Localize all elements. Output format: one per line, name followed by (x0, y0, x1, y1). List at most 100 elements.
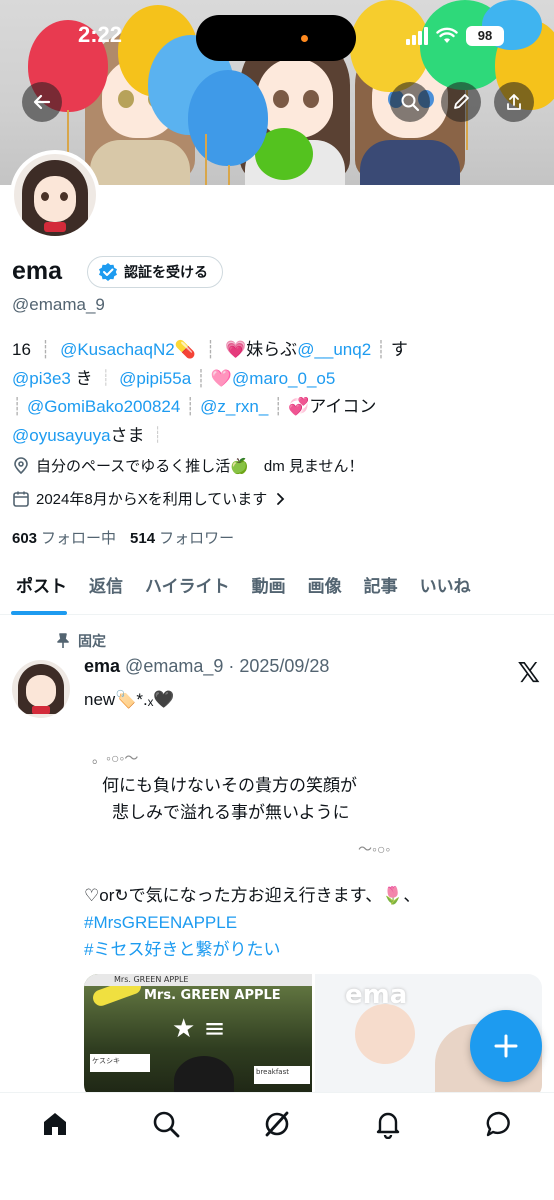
bio-line: ┊ @GomiBako200824 ┊ @z_rxn_ ┊ 💞アイコン (12, 393, 542, 422)
bio-mention-link[interactable]: @KusachaqN2 (60, 340, 175, 359)
balloon-blue-2 (188, 70, 268, 166)
followers-link[interactable]: 514 フォロワー (130, 527, 234, 548)
tab-articles[interactable]: 記事 (353, 560, 409, 615)
tab-posts[interactable]: ポスト (0, 560, 78, 615)
nav-messages[interactable] (474, 1109, 524, 1149)
media-card: breakfast (254, 1066, 310, 1084)
calendar-icon (13, 491, 29, 507)
profile-location: 自分のペースでゆるく推し活🍏 dm 見ません！ (12, 455, 363, 476)
media-title: Mrs. GREEN APPLE (144, 988, 281, 1003)
bio-mention-link[interactable]: @__unq2 (297, 340, 371, 359)
post-text-line: 何にも負けないその貴方の笑顔が (102, 776, 357, 795)
location-pin-icon (14, 456, 28, 474)
nav-home[interactable] (30, 1109, 80, 1149)
search-icon (153, 1111, 180, 1138)
bio-emoji: 🩷 (210, 368, 233, 388)
share-button[interactable] (494, 82, 534, 122)
star-icon: ★ ≡ (172, 1014, 226, 1044)
balloon-yellow-2 (350, 0, 430, 92)
bio-text: す (390, 340, 408, 359)
following-count: 603 (12, 530, 38, 547)
followers-count: 514 (130, 530, 156, 547)
profile-avatar[interactable] (10, 150, 100, 240)
tab-replies[interactable]: 返信 (78, 560, 134, 615)
search-icon (401, 93, 420, 112)
bio-text: 💗妹らぶ (225, 340, 298, 359)
profile-banner[interactable]: 2:22 98 (0, 0, 554, 185)
bottom-navigation (0, 1092, 554, 1200)
bio-mention-link[interactable]: @maro_0_o5 (232, 369, 335, 388)
bio-mention-link[interactable]: @pi3e3 (12, 369, 71, 388)
bio-separator: ┊ (195, 368, 207, 388)
following-label: フォロー中 (41, 530, 117, 547)
bio-mention-link[interactable]: @pipi55a (119, 369, 191, 388)
share-icon (507, 94, 521, 110)
profile-display-name: ema (12, 257, 63, 285)
post-author-avatar[interactable] (12, 660, 70, 718)
bio-text: き (75, 368, 93, 388)
chevron-right-icon (277, 492, 285, 505)
post-deco-top: 。◦○◦〜 (92, 750, 139, 766)
bio-separator: ┊ (200, 340, 221, 359)
balloon-string (205, 134, 207, 185)
post-text-line: 悲しみで溢れる事が無いように (112, 803, 350, 822)
pinned-label: 固定 (78, 634, 106, 650)
tab-photos[interactable]: 画像 (297, 560, 353, 615)
post-header: ema @emama_9 · 2025/09/28 (84, 656, 329, 677)
bio-line: @oyusayuyaさま ┊ (12, 422, 542, 451)
compose-post-button[interactable] (470, 1010, 542, 1082)
get-verified-button[interactable]: 認証を受ける (87, 256, 223, 288)
nav-notifications[interactable] (363, 1109, 413, 1149)
post-media-image-1[interactable]: Mrs. GREEN APPLE Mrs. GREEN APPLE ★ ≡ ケス… (84, 974, 312, 1099)
followers-label: フォロワー (159, 530, 235, 547)
bio-separator: ┊ (185, 397, 196, 416)
tab-highlights[interactable]: ハイライト (134, 560, 241, 615)
home-icon (44, 1113, 67, 1135)
dynamic-island (196, 15, 356, 61)
bio-mention-link[interactable]: @oyusayuya (12, 426, 111, 445)
bell-icon (376, 1112, 399, 1139)
bio-emoji: 💊 (174, 340, 196, 359)
bio-mention-link[interactable]: @GomiBako200824 (27, 397, 180, 416)
profile-tabs: ポスト 返信 ハイライト 動画 画像 記事 いいね (0, 560, 554, 615)
following-link[interactable]: 603 フォロー中 (12, 527, 116, 548)
location-text: 自分のペースでゆるく推し活🍏 dm 見ません！ (36, 458, 364, 475)
bio-separator: ┊ (375, 340, 387, 359)
arrow-left-icon (33, 94, 51, 110)
back-button[interactable] (22, 82, 62, 122)
bio-mention-link[interactable]: @z_rxn_ (200, 397, 268, 416)
tab-likes[interactable]: いいね (409, 560, 482, 615)
messages-icon (486, 1111, 510, 1137)
bio-line: @pi3e3 き ┊ @pipi55a ┊ 🩷@maro_0_o5 (12, 365, 542, 394)
search-button[interactable] (390, 82, 430, 122)
post-author-name[interactable]: ema (84, 656, 120, 676)
bio-text: 16 (12, 340, 31, 359)
tab-videos[interactable]: 動画 (241, 560, 297, 615)
wifi-icon (436, 27, 458, 43)
verified-badge-icon (99, 263, 117, 281)
status-time: 2:22 (78, 22, 123, 47)
post-text-line: new🏷️*.ₓ🖤 (84, 690, 175, 709)
bio-separator: ┊ (35, 340, 56, 359)
x-logo-icon: 𝕏 (517, 656, 540, 689)
pinned-indicator: 固定 (56, 631, 106, 651)
bio-separator: ┊ (273, 397, 284, 416)
post-deco-bottom: 〜◦○◦ (358, 841, 391, 857)
cellular-signal-icon (406, 27, 428, 45)
battery-indicator: 98 (466, 26, 504, 46)
joined-text: 2024年8月からXを利用しています (36, 491, 268, 508)
bio-separator: ┊ (149, 425, 167, 445)
bio-text: 💞アイコン (288, 397, 377, 416)
profile-handle: @emama_9 (12, 295, 105, 314)
status-icons: 98 (406, 26, 504, 46)
edit-button[interactable] (441, 82, 481, 122)
nav-grok[interactable] (252, 1109, 302, 1149)
bio-line: 16 ┊ @KusachaqN2💊 ┊ 💗妹らぶ@__unq2 ┊ す (12, 336, 542, 365)
grok-icon (265, 1111, 289, 1137)
hashtag-link[interactable]: #ミセス好きと繋がりたい (84, 936, 534, 963)
bio-separator: ┊ (97, 368, 115, 388)
profile-joined[interactable]: 2024年8月からXを利用しています (12, 488, 287, 509)
nav-search[interactable] (141, 1109, 191, 1149)
hashtag-link[interactable]: #MrsGREENAPPLE (84, 909, 534, 936)
plus-icon (494, 1034, 518, 1058)
